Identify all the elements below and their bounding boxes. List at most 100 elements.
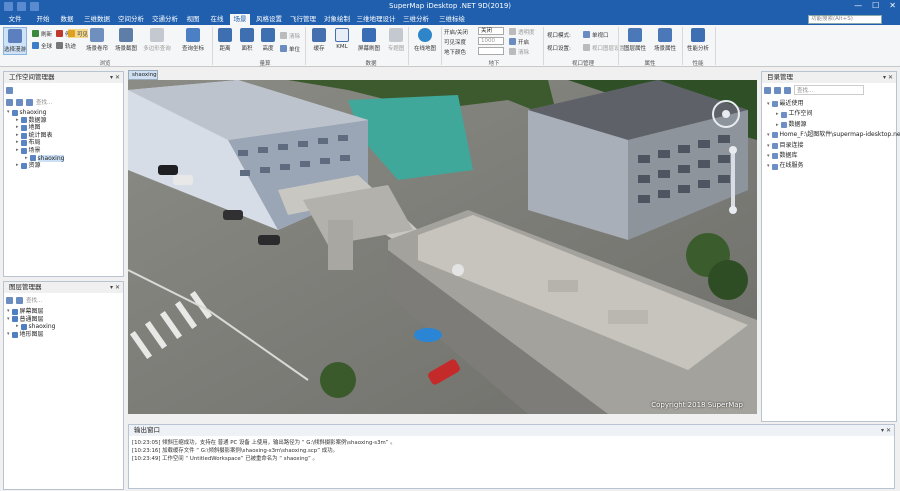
expand-toggle-icon[interactable]: ▸ — [16, 124, 19, 132]
expand-toggle-icon[interactable]: ▾ — [767, 151, 770, 161]
scene-document-tab[interactable]: shaoxing — [128, 70, 158, 80]
tree-item[interactable]: ▾ 普通图层 — [7, 316, 55, 324]
layer-tool-icon[interactable] — [6, 296, 13, 304]
multi-query-button[interactable]: 多边形查询 — [141, 28, 173, 52]
track-button[interactable]: 轨迹 — [56, 41, 76, 50]
zoom-in-icon[interactable] — [729, 146, 737, 154]
viewport-mode-select[interactable]: 单视口 — [583, 30, 609, 39]
tab-traffic-analysis[interactable]: 交通分析 — [150, 14, 180, 25]
expand-toggle-icon[interactable]: ▸ — [16, 147, 19, 155]
delete-icon[interactable] — [774, 86, 781, 94]
underground-clear-button[interactable]: 清除 — [509, 47, 529, 56]
catalog-search-input[interactable]: 查找... — [794, 85, 864, 95]
height-button[interactable]: 高度 — [259, 28, 277, 52]
tab-flight[interactable]: 飞行管理 — [288, 14, 318, 25]
expand-toggle-icon[interactable]: ▾ — [767, 99, 770, 109]
select-roam-button[interactable]: 选择漫游 — [3, 27, 27, 55]
tree-item[interactable]: ▾ 目录连接 — [767, 141, 900, 151]
search-icon[interactable] — [26, 98, 33, 106]
panel-pin-close-icon[interactable]: ▾ ✕ — [110, 72, 120, 83]
screen-layer-button[interactable]: 屏幕刷图 — [355, 28, 383, 52]
new-folder-icon[interactable] — [764, 86, 771, 94]
underground-depth-input[interactable]: 1000 — [478, 37, 504, 45]
tab-view[interactable]: 视图 — [184, 14, 202, 25]
refresh-icon[interactable] — [784, 86, 791, 94]
tab-file[interactable]: 文件 — [6, 14, 24, 25]
underground-mode-select[interactable]: 关闭 — [478, 27, 504, 35]
search-icon[interactable] — [16, 296, 23, 304]
tab-online[interactable]: 在线 — [208, 14, 226, 25]
tree-item[interactable]: ▾ 地形图层 — [7, 331, 55, 339]
query-coord-button[interactable]: 查询坐标 — [178, 28, 208, 52]
tab-data[interactable]: 数据 — [58, 14, 76, 25]
underground-toggle-button[interactable]: 开启 — [509, 37, 529, 46]
expand-toggle-icon[interactable]: ▸ — [776, 120, 779, 130]
performance-analysis-button[interactable]: 性能分析 — [685, 28, 711, 52]
tree-item[interactable]: ▾ 屏幕图层 — [7, 308, 55, 316]
tree-item[interactable]: ▸ shaoxing — [7, 323, 55, 331]
measure-clear-button[interactable]: 清除 — [280, 31, 300, 40]
zoom-out-icon[interactable] — [729, 206, 737, 214]
expand-toggle-icon[interactable]: ▾ — [767, 130, 770, 140]
underground-color-picker[interactable] — [478, 47, 504, 55]
maximize-icon[interactable]: ☐ — [872, 1, 879, 10]
fullscreen-button[interactable]: 全球 — [32, 41, 52, 50]
tree-item[interactable]: ▸ 工作空间 — [767, 109, 900, 119]
kml-button[interactable]: KML — [332, 28, 352, 50]
expand-toggle-icon[interactable]: ▸ — [16, 162, 19, 170]
open-icon[interactable] — [6, 98, 13, 106]
expand-toggle-icon[interactable]: ▾ — [7, 316, 10, 324]
zoom-slider[interactable] — [731, 150, 735, 210]
cache-button[interactable]: 缓存 — [309, 28, 329, 52]
refresh-button[interactable]: 刷新 — [32, 29, 52, 38]
tab-3d-analysis[interactable]: 三维分析 — [400, 14, 432, 25]
expand-toggle-icon[interactable]: ▸ — [25, 155, 28, 163]
tree-item[interactable]: ▾ shaoxing — [7, 109, 64, 117]
tab-scene[interactable]: 场景 — [230, 14, 250, 25]
function-search-input[interactable]: 功能搜索(Alt+S) — [808, 15, 882, 24]
layer-properties-button[interactable]: 图层属性 — [622, 28, 648, 52]
expand-toggle-icon[interactable]: ▾ — [767, 141, 770, 151]
tree-item[interactable]: ▾ 数据库 — [767, 151, 900, 161]
expand-toggle-icon[interactable]: ▸ — [776, 109, 779, 119]
tree-item[interactable]: ▾ 最近使用 — [767, 99, 900, 109]
expand-toggle-icon[interactable]: ▸ — [16, 139, 19, 147]
tree-item[interactable]: ▾ 在线服务 — [767, 161, 900, 171]
tree-item[interactable]: ▾ Home_F:\超图软件\supermap-idesktop.net... — [767, 130, 900, 140]
panel-pin-close-icon[interactable]: ▾ ✕ — [881, 425, 891, 436]
scene-properties-button[interactable]: 场景属性 — [652, 28, 678, 52]
scene-clip-button[interactable]: 场景截图 — [113, 28, 139, 52]
layer-search-input[interactable]: 查找... — [26, 296, 42, 304]
unit-button[interactable]: 单位 — [280, 44, 300, 53]
scene-viewport[interactable]: Copyright 2018 SuperMap — [128, 80, 757, 414]
distance-button[interactable]: 距离 — [216, 28, 234, 52]
tab-3d-geo-design[interactable]: 三维地理设计 — [356, 14, 396, 25]
expand-toggle-icon[interactable]: ▸ — [16, 117, 19, 125]
panel-pin-close-icon[interactable]: ▾ ✕ — [110, 282, 120, 293]
opacity-button[interactable]: 透明度 — [509, 27, 535, 36]
thematic-button[interactable]: 专题图 — [385, 28, 407, 52]
tab-spatial-analysis[interactable]: 空间分析 — [116, 14, 146, 25]
tab-3d-plotting[interactable]: 三维标绘 — [436, 14, 468, 25]
expand-toggle-icon[interactable]: ▸ — [16, 323, 19, 331]
tab-3d-data[interactable]: 三维数据 — [82, 14, 112, 25]
close-icon[interactable]: ✕ — [889, 1, 896, 10]
workspace-search-input[interactable]: 查找... — [36, 98, 52, 106]
tree-item[interactable]: ▸ 数据源 — [767, 120, 900, 130]
online-map-button[interactable]: 在线地图 — [412, 28, 438, 52]
tab-start[interactable]: 开始 — [34, 14, 52, 25]
area-button[interactable]: 面积 — [238, 28, 256, 52]
expand-toggle-icon[interactable]: ▾ — [7, 331, 10, 339]
tree-item[interactable]: ▸ 场景 — [7, 147, 64, 155]
expand-toggle-icon[interactable]: ▸ — [16, 132, 19, 140]
expand-toggle-icon[interactable]: ▾ — [7, 308, 10, 316]
expand-toggle-icon[interactable]: ▾ — [7, 109, 10, 117]
minimize-icon[interactable]: — — [854, 1, 862, 10]
tree-item[interactable]: ▸ 布局 — [7, 139, 64, 147]
tab-style[interactable]: 风格设置 — [254, 14, 284, 25]
tree-item[interactable]: ▸ 资源 — [7, 162, 64, 170]
expand-toggle-icon[interactable]: ▾ — [767, 161, 770, 171]
new-icon[interactable] — [16, 98, 23, 106]
scene-album-button[interactable]: 场景卷帘 — [84, 28, 110, 52]
workspace-icon[interactable] — [6, 86, 13, 94]
